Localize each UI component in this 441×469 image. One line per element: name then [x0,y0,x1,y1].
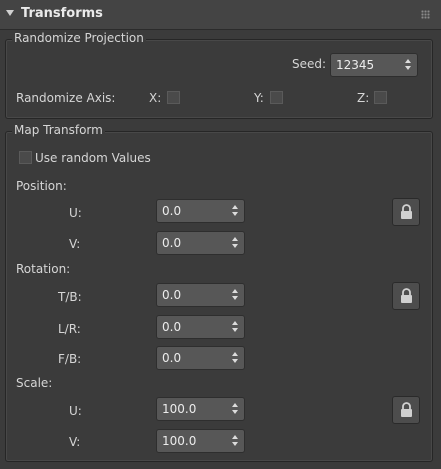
position-v-spinner[interactable]: 0.0 [156,231,245,255]
position-u-spin-arrows[interactable] [231,205,239,217]
axis-y-label: Y: [254,91,264,105]
spin-up-icon[interactable] [232,403,238,407]
rotation-fb-label: F/B: [58,352,82,366]
scale-u-value[interactable]: 100.0 [162,402,196,416]
rotation-fb-spinner[interactable]: 0.0 [156,346,245,370]
scale-v-spinner[interactable]: 100.0 [156,429,245,453]
spin-up-icon[interactable] [232,352,238,356]
rotation-lr-spinner[interactable]: 0.0 [156,315,245,339]
spin-down-icon[interactable] [232,328,238,332]
position-u-label: U: [69,206,82,220]
position-u-spinner[interactable]: 0.0 [156,199,245,223]
rotation-label: Rotation: [16,262,71,276]
rotation-lr-value[interactable]: 0.0 [162,320,181,334]
map-transform-group: Map Transform Use random Values Position… [5,123,433,462]
rotation-lr-spin-arrows[interactable] [231,321,239,333]
scale-lock-button[interactable] [392,396,420,424]
axis-x-label: X: [149,91,162,105]
rollout-title: Transforms [21,6,103,21]
position-v-spin-arrows[interactable] [231,237,239,249]
spin-down-icon[interactable] [232,442,238,446]
scale-label: Scale: [16,376,53,390]
drag-grip-icon[interactable] [421,10,430,19]
position-v-label: V: [69,237,81,251]
spin-down-icon[interactable] [232,244,238,248]
rotation-fb-value[interactable]: 0.0 [162,351,181,365]
axis-y-checkbox[interactable] [270,91,283,104]
rotation-tb-spin-arrows[interactable] [231,289,239,301]
position-label: Position: [16,179,67,193]
seed-value[interactable]: 12345 [336,58,374,72]
randomize-axis-label: Randomize Axis: [16,91,116,105]
scale-u-label: U: [69,404,82,418]
scale-u-spin-arrows[interactable] [231,403,239,415]
collapse-arrow-icon[interactable] [6,10,14,16]
spin-up-icon[interactable] [232,289,238,293]
rotation-lock-button[interactable] [392,282,420,310]
scale-v-spin-arrows[interactable] [231,435,239,447]
lock-icon [401,204,412,219]
axis-x-checkbox[interactable] [167,91,180,104]
axis-z-checkbox[interactable] [374,91,387,104]
randomize-projection-group: Randomize Projection Seed: 12345 Randomi… [5,31,433,119]
scale-u-spinner[interactable]: 100.0 [156,397,245,421]
spin-down-icon[interactable] [232,296,238,300]
spin-up-icon[interactable] [232,237,238,241]
randomize-projection-title: Randomize Projection [12,31,146,45]
rotation-lr-label: L/R: [58,322,81,336]
scale-v-value[interactable]: 100.0 [162,434,196,448]
spin-down-icon[interactable] [232,410,238,414]
axis-z-label: Z: [357,91,370,105]
seed-spin-arrows[interactable] [404,59,412,71]
rotation-tb-spinner[interactable]: 0.0 [156,283,245,307]
map-transform-title: Map Transform [12,123,105,137]
spin-up-icon[interactable] [405,59,411,63]
position-u-value[interactable]: 0.0 [162,204,181,218]
spin-up-icon[interactable] [232,435,238,439]
scale-v-label: V: [69,435,81,449]
seed-spinner[interactable]: 12345 [330,53,418,77]
spin-down-icon[interactable] [232,359,238,363]
use-random-values-checkbox[interactable] [19,151,32,164]
position-lock-button[interactable] [392,198,420,226]
rollout-header[interactable]: Transforms [0,0,441,30]
lock-icon [401,402,412,417]
spin-down-icon[interactable] [405,66,411,70]
spin-up-icon[interactable] [232,205,238,209]
rotation-fb-spin-arrows[interactable] [231,352,239,364]
seed-label: Seed: [292,57,327,71]
spin-up-icon[interactable] [232,321,238,325]
rotation-tb-label: T/B: [58,290,82,304]
lock-icon [401,288,412,303]
use-random-values-label[interactable]: Use random Values [35,151,151,165]
position-v-value[interactable]: 0.0 [162,236,181,250]
rotation-tb-value[interactable]: 0.0 [162,288,181,302]
spin-down-icon[interactable] [232,212,238,216]
